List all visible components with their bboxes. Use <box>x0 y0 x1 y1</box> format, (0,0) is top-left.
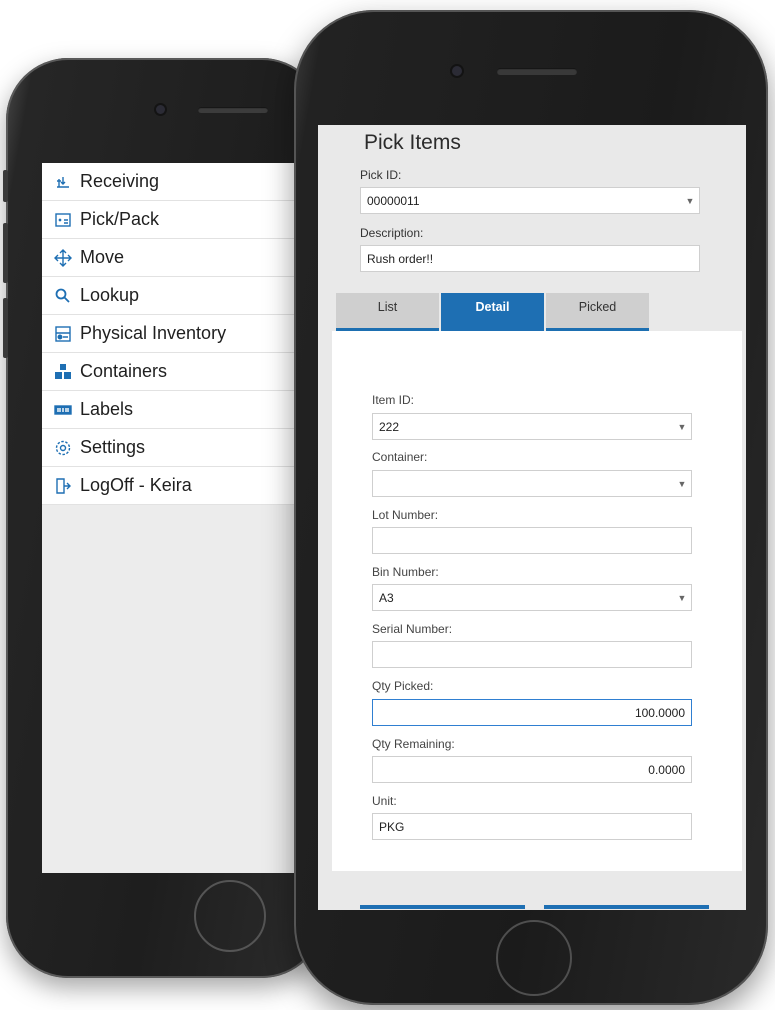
tab-detail[interactable]: Detail <box>441 293 544 331</box>
menu-item-settings[interactable]: Settings <box>42 429 324 467</box>
pick-items-screen: Pick Items Pick ID: 00000011 ▼ Descripti… <box>318 125 746 910</box>
menu-item-containers[interactable]: Containers <box>42 353 324 391</box>
menu-item-pick-pack[interactable]: Pick/Pack <box>42 201 324 239</box>
tab-bar: List Detail Picked <box>336 293 651 331</box>
item-id-label: Item ID: <box>372 393 415 407</box>
container-label: Container: <box>372 450 428 464</box>
item-id-select[interactable]: 222 ▼ <box>372 413 692 440</box>
chevron-down-icon: ▼ <box>677 592 687 603</box>
chevron-down-icon: ▼ <box>677 421 687 432</box>
home-button-front[interactable] <box>496 920 572 996</box>
volume-up-button <box>3 223 8 283</box>
container-select[interactable]: ▼ <box>372 470 692 497</box>
menu-item-labels[interactable]: Labels <box>42 391 324 429</box>
menu-item-label: LogOff - Keira <box>80 475 192 495</box>
description-value: Rush order!! <box>367 251 434 266</box>
pick-pack-icon <box>54 211 72 229</box>
pick-id-select[interactable]: 00000011 ▼ <box>360 187 700 214</box>
unit-input[interactable]: PKG <box>372 813 692 840</box>
labels-icon <box>54 401 72 419</box>
item-id-value: 222 <box>379 419 400 434</box>
volume-down-button <box>3 298 8 358</box>
bottom-action-button-right[interactable] <box>544 905 709 909</box>
home-button-back[interactable] <box>194 880 266 952</box>
menu-item-lookup[interactable]: Lookup <box>42 277 324 315</box>
tab-list[interactable]: List <box>336 293 439 331</box>
front-camera <box>452 66 462 76</box>
menu-item-label: Pick/Pack <box>80 209 160 229</box>
detail-panel: Item ID: 222 ▼ Container: ▼ Lot Number: … <box>332 331 742 871</box>
page-title: Pick Items <box>364 131 461 154</box>
menu-item-label: Lookup <box>80 285 140 305</box>
chevron-down-icon: ▼ <box>677 478 687 489</box>
front-phone-frame: Pick Items Pick ID: 00000011 ▼ Descripti… <box>294 10 768 1005</box>
serial-number-input[interactable] <box>372 641 692 668</box>
unit-value: PKG <box>379 819 405 834</box>
qty-picked-label: Qty Picked: <box>372 679 434 693</box>
qty-remaining-field[interactable]: 0.0000 <box>372 756 692 783</box>
serial-number-label: Serial Number: <box>372 622 453 636</box>
menu-item-label: Receiving <box>80 171 160 191</box>
move-icon <box>54 248 72 267</box>
menu-item-physical-inventory[interactable]: Physical Inventory <box>42 315 324 353</box>
search-icon <box>54 287 72 305</box>
chevron-down-icon: ▼ <box>685 195 695 206</box>
earpiece-speaker <box>497 68 577 75</box>
qty-picked-value: 100.0000 <box>634 705 685 720</box>
pick-id-value: 00000011 <box>367 193 420 208</box>
bottom-action-button-left[interactable] <box>360 905 525 909</box>
qty-remaining-label: Qty Remaining: <box>372 737 455 751</box>
menu-item-logoff[interactable]: LogOff - Keira <box>42 467 324 505</box>
qty-remaining-value: 0.0000 <box>648 762 685 777</box>
containers-icon <box>54 363 72 381</box>
back-phone-frame: Receiving Pick/Pack Move Lookup Physical… <box>3 58 324 978</box>
logoff-icon <box>54 477 72 495</box>
bin-number-value: A3 <box>379 590 394 605</box>
description-label: Description: <box>360 226 424 240</box>
menu-item-label: Physical Inventory <box>80 323 227 343</box>
lot-number-input[interactable] <box>372 527 692 554</box>
menu-item-receiving[interactable]: Receiving <box>42 163 324 201</box>
main-menu-screen: Receiving Pick/Pack Move Lookup Physical… <box>42 163 324 873</box>
inventory-icon <box>54 325 72 343</box>
menu-item-label: Move <box>80 247 125 267</box>
tab-picked[interactable]: Picked <box>546 293 649 331</box>
menu-item-label: Labels <box>80 399 134 419</box>
bin-number-select[interactable]: A3 ▼ <box>372 584 692 611</box>
mute-switch <box>3 170 8 202</box>
receiving-icon <box>54 173 72 191</box>
earpiece-speaker <box>198 107 268 113</box>
front-camera <box>156 105 165 114</box>
menu-item-label: Settings <box>80 437 146 457</box>
unit-label: Unit: <box>372 794 397 808</box>
qty-picked-input[interactable]: 100.0000 <box>372 699 692 726</box>
bin-number-label: Bin Number: <box>372 565 439 579</box>
lot-number-label: Lot Number: <box>372 508 439 522</box>
menu-item-label: Containers <box>80 361 168 381</box>
main-menu: Receiving Pick/Pack Move Lookup Physical… <box>42 163 324 505</box>
menu-item-move[interactable]: Move <box>42 239 324 277</box>
description-input[interactable]: Rush order!! <box>360 245 700 272</box>
gear-icon <box>54 439 72 457</box>
pick-id-label: Pick ID: <box>360 168 402 182</box>
